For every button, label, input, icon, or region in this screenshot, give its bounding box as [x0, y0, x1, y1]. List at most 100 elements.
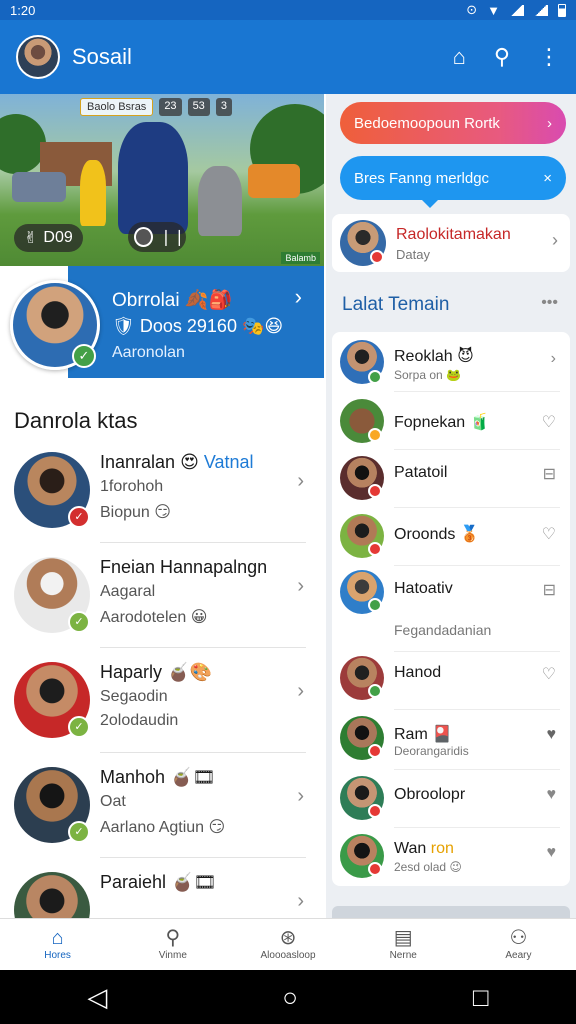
nav-news[interactable]: ▤ Nerne	[346, 919, 461, 970]
comment-pill[interactable]: ❘❘	[128, 222, 186, 252]
status-badge	[368, 804, 382, 818]
latest-friend-row[interactable]: Reoklah 😈 Sorpa on 🐸 ›	[332, 332, 570, 392]
latest-friend-row[interactable]: Fopnekan 🧃 ♡	[332, 392, 570, 450]
friend-name: Hanod	[394, 664, 442, 681]
friend-row[interactable]: ✓ Manhoh 🧉🎞 Oat Aarlano Agtiun 😏 ›	[0, 753, 324, 858]
app-bar: Sosail ⌂ ⚲ ⋮	[0, 20, 576, 94]
friend-line3: 2olodaudin	[100, 712, 179, 729]
lock-icon[interactable]: ⊟	[543, 580, 556, 600]
latest-friends-list: Reoklah 😈 Sorpa on 🐸 › Fopnekan 🧃 ♡ Pata…	[332, 332, 570, 886]
profile-card[interactable]: ✓ Obrrolai 🍂🎒 🛡 Doos 29160 🎭😆 Aaronolan …	[0, 266, 324, 378]
chevron-right-icon: ›	[547, 114, 552, 132]
status-badge	[368, 370, 382, 384]
nav-label: Aloooasloop	[260, 950, 316, 961]
left-column: Baolo Bsras 23 53 3 ✌ D09 ❘❘ Balamb ✓ Ob…	[0, 94, 324, 918]
friend-avatar	[14, 872, 90, 918]
promo-bubble[interactable]: Bedoemoopoun Rortk ›	[340, 102, 566, 144]
heart-outline-icon[interactable]: ♡	[542, 664, 556, 684]
friend-line2: Segaodin	[100, 688, 168, 705]
more-horiz-icon[interactable]: •••	[541, 294, 558, 312]
close-icon[interactable]: ×	[543, 170, 552, 187]
battery-icon	[558, 3, 566, 17]
shield-icon: 🛡	[112, 316, 135, 336]
friend-name: Manhoh 🧉🎞	[100, 767, 216, 787]
car-shape	[12, 172, 66, 202]
banner-chips: Baolo Bsras 23 53 3	[80, 98, 232, 116]
heart-filled-icon[interactable]: ♥	[547, 726, 557, 744]
watermark: Balamb	[281, 252, 320, 264]
nav-search[interactable]: ⚲ Vinme	[115, 919, 230, 970]
heart-outline-icon[interactable]: ♡	[542, 524, 556, 544]
like-counter[interactable]: ✌ D09	[14, 224, 83, 252]
app-bar-actions: ⌂ ⚲ ⋮	[453, 46, 560, 68]
heart-filled-icon[interactable]: ♥	[547, 786, 557, 804]
friend-sub: Deorangaridis	[394, 744, 469, 758]
profile-sub: Aaronolan	[112, 344, 185, 361]
friend-name: Inanralan 😍 Vatnal	[100, 452, 254, 472]
status-icons: ⊙ ▼	[466, 2, 566, 18]
friend-row[interactable]: Paraiehl 🧉🎞 ›	[0, 858, 324, 918]
banner-chip: 23	[159, 98, 182, 116]
profile-number: 🛡 Doos 29160 🎭😆	[112, 316, 284, 336]
friends-section-title: Danrola ktas	[14, 408, 138, 433]
more-vert-icon[interactable]: ⋮	[538, 46, 560, 68]
friend-line2: Aagaral	[100, 583, 156, 600]
status-badge	[368, 428, 382, 442]
friend-row[interactable]: ✓ Inanralan 😍 Vatnal 1forohoh Biopun 😏 ›	[0, 438, 324, 543]
chevron-right-icon[interactable]: ›	[552, 230, 558, 251]
user-avatar[interactable]	[16, 35, 60, 79]
news-icon: ▤	[393, 927, 413, 949]
latest-friend-row[interactable]: Hanod ♡	[332, 652, 570, 710]
banner-chip: 3	[215, 98, 232, 116]
featured-banner[interactable]: Baolo Bsras 23 53 3 ✌ D09 ❘❘ Balamb	[0, 94, 324, 266]
right-column: Bedoemoopoun Rortk › Bres Fanng merldgc …	[326, 94, 576, 918]
verified-check-icon: ✓	[72, 344, 96, 368]
latest-friend-row[interactable]: Hatoativ Fegandadanian ⊟	[332, 566, 570, 652]
recents-icon[interactable]: □	[473, 982, 489, 1013]
friend-row[interactable]: ✓ Haparly 🧉🎨 Segaodin 2olodaudin ›	[0, 648, 324, 753]
heart-outline-icon[interactable]: ♡	[542, 412, 556, 432]
latest-friend-row[interactable]: Obroolopr ♥	[332, 770, 570, 828]
chevron-right-icon[interactable]: ›	[297, 470, 304, 493]
lock-icon[interactable]: ⊟	[543, 464, 556, 484]
status-badge: ✓	[68, 506, 90, 528]
truck-shape	[248, 164, 300, 198]
chevron-right-icon[interactable]: ›	[297, 785, 304, 808]
back-icon[interactable]: ◁	[87, 982, 107, 1013]
friend-line3: Aarodotelen 😀	[100, 609, 208, 626]
search-icon: ⚲	[165, 927, 181, 949]
status-badge	[370, 250, 384, 264]
friend-sub: Fegandadanian	[394, 622, 492, 638]
banner-chip: 53	[187, 98, 210, 116]
latest-friend-row[interactable]: Wan ron 2esd olad 😉 ♥	[332, 828, 570, 886]
chevron-right-icon[interactable]: ›	[551, 350, 556, 368]
child-shape	[80, 160, 106, 226]
chevron-right-icon[interactable]: ›	[297, 575, 304, 598]
invite-title: Raolokitamakan	[396, 226, 511, 243]
chevron-right-icon[interactable]: ›	[297, 680, 304, 703]
message-bubble[interactable]: Bres Fanng merldgc ×	[340, 156, 566, 208]
chevron-right-icon[interactable]: ›	[297, 890, 304, 913]
friend-name: Fneian Hannapalngn	[100, 557, 268, 577]
latest-friend-row[interactable]: Oroonds 🥉 ♡	[332, 508, 570, 566]
status-badge	[368, 862, 382, 876]
nav-profile[interactable]: ⚇ Aeary	[461, 919, 576, 970]
signal-icon-2	[534, 4, 548, 16]
chevron-right-icon[interactable]: ›	[295, 284, 302, 310]
latest-friend-row[interactable]: Ram 🎴 Deorangaridis ♥	[332, 710, 570, 770]
profile-name: Obrrolai 🍂🎒	[112, 290, 233, 311]
heart-filled-icon[interactable]: ♥	[547, 844, 557, 862]
bell-icon[interactable]: ⌂	[453, 46, 466, 68]
nav-home[interactable]: ⌂ Hores	[0, 919, 115, 970]
home-circle-icon[interactable]: ○	[282, 982, 298, 1013]
friend-row[interactable]: ✓ Fneian Hannapalngn Aagaral Aarodotelen…	[0, 543, 324, 648]
nav-label: Aeary	[505, 950, 532, 961]
latest-friend-row[interactable]: Patatoil ⊟	[332, 450, 570, 508]
status-badge	[368, 744, 382, 758]
invite-card[interactable]: Raolokitamakan Datay ›	[332, 214, 570, 272]
friend-list: ✓ Inanralan 😍 Vatnal 1forohoh Biopun 😏 ›…	[0, 438, 324, 918]
person-shape	[118, 122, 188, 234]
nav-explore[interactable]: ⊛ Aloooasloop	[230, 919, 345, 970]
friend-name: Paraiehl 🧉🎞	[100, 872, 217, 892]
search-icon[interactable]: ⚲	[494, 46, 510, 68]
